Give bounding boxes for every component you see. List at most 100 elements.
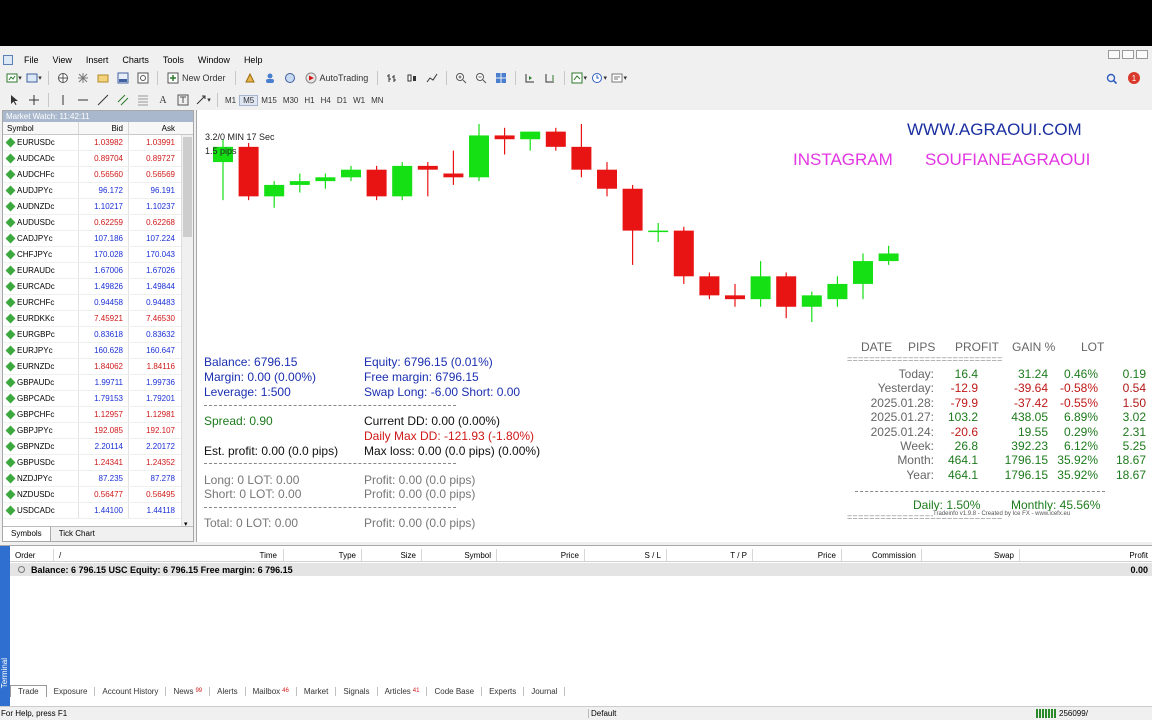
- column-sort[interactable]: /: [54, 549, 254, 561]
- menu-help[interactable]: Help: [237, 55, 270, 65]
- market-watch-row[interactable]: GBPJPYc 192.085 192.107: [3, 423, 193, 439]
- tab-experts[interactable]: Experts: [482, 686, 525, 696]
- timeframe-m15[interactable]: M15: [258, 96, 280, 105]
- market-watch-icon[interactable]: [55, 70, 71, 86]
- market-watch-row[interactable]: EURAUDc 1.67006 1.67026: [3, 263, 193, 279]
- timeframe-h4[interactable]: H4: [318, 96, 334, 105]
- tab-tick-chart[interactable]: Tick Chart: [51, 527, 103, 541]
- column-symbol[interactable]: Symbol: [422, 549, 497, 561]
- market-watch-row[interactable]: EURNZDc 1.84062 1.84116: [3, 359, 193, 375]
- column-commission[interactable]: Commission: [842, 549, 922, 561]
- tile-windows-icon[interactable]: [493, 70, 509, 86]
- tab-mailbox[interactable]: Mailbox 46: [246, 686, 297, 696]
- profiles-button[interactable]: ▾: [26, 70, 42, 86]
- column-tp[interactable]: T / P: [667, 549, 753, 561]
- market-watch-row[interactable]: CADJPYc 107.186 107.224: [3, 231, 193, 247]
- timeframe-mn[interactable]: MN: [368, 96, 386, 105]
- market-watch-row[interactable]: AUDJPYc 96.172 96.191: [3, 183, 193, 199]
- column-symbol[interactable]: Symbol: [3, 122, 79, 134]
- tab-market[interactable]: Market: [297, 686, 337, 696]
- market-watch-row[interactable]: EURGBPc 0.83618 0.83632: [3, 327, 193, 343]
- column-size[interactable]: Size: [362, 549, 422, 561]
- crosshair-icon[interactable]: [26, 92, 42, 108]
- cursor-icon[interactable]: [6, 92, 22, 108]
- menu-tools[interactable]: Tools: [156, 55, 191, 65]
- tab-alerts[interactable]: Alerts: [210, 686, 246, 696]
- notifications-icon[interactable]: 1: [1126, 70, 1142, 86]
- timeframe-m1[interactable]: M1: [222, 96, 239, 105]
- channel-icon[interactable]: [115, 92, 131, 108]
- terminal-icon[interactable]: [115, 70, 131, 86]
- market-watch-row[interactable]: EURUSDc 1.03982 1.03991: [3, 135, 193, 151]
- column-sl[interactable]: S / L: [585, 549, 667, 561]
- market-watch-row[interactable]: EURDKKc 7.45921 7.46530: [3, 311, 193, 327]
- status-connection[interactable]: 256099/: [1036, 709, 1088, 718]
- auto-scroll-icon[interactable]: [522, 70, 538, 86]
- periods-icon[interactable]: ▾: [591, 70, 607, 86]
- market-watch-scrollbar[interactable]: ▾: [181, 135, 193, 528]
- market-watch-row[interactable]: USDCADc 1.44100 1.44118: [3, 503, 193, 519]
- data-window-icon[interactable]: [75, 70, 91, 86]
- market-watch-row[interactable]: NZDJPYc 87.235 87.278: [3, 471, 193, 487]
- autotrading-button[interactable]: AutoTrading: [302, 70, 372, 86]
- zoom-in-icon[interactable]: [453, 70, 469, 86]
- bar-chart-icon[interactable]: [384, 70, 400, 86]
- arrows-icon[interactable]: ▾: [195, 92, 211, 108]
- tab-code-base[interactable]: Code Base: [427, 686, 483, 696]
- strategy-tester-icon[interactable]: [135, 70, 151, 86]
- column-ask[interactable]: Ask: [129, 122, 181, 134]
- fibonacci-icon[interactable]: [135, 92, 151, 108]
- menu-window[interactable]: Window: [191, 55, 237, 65]
- market-watch-row[interactable]: GBPCHFc 1.12957 1.12981: [3, 407, 193, 423]
- timeframe-m5[interactable]: M5: [239, 94, 259, 106]
- timeframe-m30[interactable]: M30: [280, 96, 302, 105]
- line-chart-icon[interactable]: [424, 70, 440, 86]
- timeframe-h1[interactable]: H1: [301, 96, 317, 105]
- column-bid[interactable]: Bid: [79, 122, 129, 134]
- scrollbar-thumb[interactable]: [183, 137, 192, 237]
- candlestick-icon[interactable]: [404, 70, 420, 86]
- column-price[interactable]: Price: [497, 549, 585, 561]
- market-watch-row[interactable]: GBPUSDc 1.24341 1.24352: [3, 455, 193, 471]
- market-watch-row[interactable]: AUDCADc 0.89704 0.89727: [3, 151, 193, 167]
- market-watch-row[interactable]: EURCHFc 0.94458 0.94483: [3, 295, 193, 311]
- meta-editor-icon[interactable]: [242, 70, 258, 86]
- market-watch-row[interactable]: AUDNZDc 1.10217 1.10237: [3, 199, 193, 215]
- tab-signals[interactable]: Signals: [336, 686, 378, 696]
- column-current-price[interactable]: Price: [753, 549, 842, 561]
- market-watch-row[interactable]: EURJPYc 160.628 160.647: [3, 343, 193, 359]
- column-order[interactable]: Order: [10, 549, 54, 561]
- new-order-button[interactable]: New Order: [164, 70, 229, 86]
- navigator-icon[interactable]: [95, 70, 111, 86]
- tab-exposure[interactable]: Exposure: [47, 686, 96, 696]
- tab-articles[interactable]: Articles 41: [378, 686, 428, 696]
- tab-news[interactable]: News 99: [166, 686, 211, 696]
- market-watch-row[interactable]: GBPAUDc 1.99711 1.99736: [3, 375, 193, 391]
- text-label-icon[interactable]: [175, 92, 191, 108]
- column-time[interactable]: Time: [254, 549, 284, 561]
- terminal-side-bar[interactable]: Terminal: [0, 546, 10, 708]
- indicators-icon[interactable]: ▾: [571, 70, 587, 86]
- signals-icon[interactable]: [282, 70, 298, 86]
- timeframe-d1[interactable]: D1: [334, 96, 350, 105]
- templates-icon[interactable]: ▾: [611, 70, 627, 86]
- tab-journal[interactable]: Journal: [524, 686, 566, 696]
- horizontal-line-icon[interactable]: [75, 92, 91, 108]
- chart-window[interactable]: 3.2/0 MIN 17 Sec 1.5 pips WWW.AGRAOUI.CO…: [196, 110, 1152, 542]
- market-watch-row[interactable]: NZDUSDc 0.56477 0.56495: [3, 487, 193, 503]
- new-chart-button[interactable]: ▾: [6, 70, 22, 86]
- market-watch-row[interactable]: CHFJPYc 170.028 170.043: [3, 247, 193, 263]
- tab-symbols[interactable]: Symbols: [3, 527, 51, 541]
- trendline-icon[interactable]: [95, 92, 111, 108]
- vertical-line-icon[interactable]: [55, 92, 71, 108]
- app-icon[interactable]: [3, 55, 13, 65]
- chart-shift-icon[interactable]: [542, 70, 558, 86]
- menu-charts[interactable]: Charts: [115, 55, 156, 65]
- text-icon[interactable]: A: [155, 92, 171, 108]
- column-swap[interactable]: Swap: [922, 549, 1020, 561]
- zoom-out-icon[interactable]: [473, 70, 489, 86]
- balance-row[interactable]: Balance: 6 796.15 USC Equity: 6 796.15 F…: [10, 563, 1152, 576]
- search-icon[interactable]: [1104, 71, 1120, 87]
- timeframe-w1[interactable]: W1: [350, 96, 368, 105]
- menu-view[interactable]: View: [46, 55, 79, 65]
